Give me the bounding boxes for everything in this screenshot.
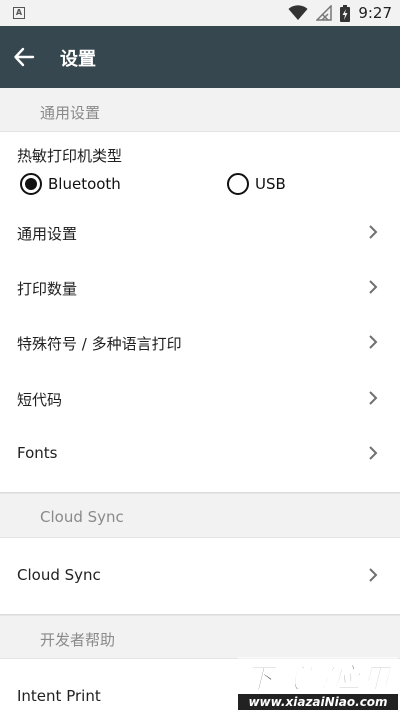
pref-label: 短代码: [17, 391, 63, 409]
status-bar: A 9:27: [0, 0, 400, 26]
pref-label: Fonts: [17, 444, 58, 462]
pref-general-settings[interactable]: 通用设置: [0, 206, 400, 261]
radio-checked-icon: [20, 173, 42, 195]
radio-label: Bluetooth: [48, 175, 121, 193]
radio-label: USB: [255, 175, 286, 193]
pref-fonts[interactable]: Fonts: [0, 427, 400, 482]
arrow-left-icon: [14, 47, 35, 67]
no-signal-icon: [316, 5, 333, 21]
pref-label: 特殊符号 / 多种语言打印: [17, 335, 182, 353]
watermark-title: 下载写应用: [245, 662, 391, 696]
wifi-icon: [288, 5, 308, 20]
chevron-right-icon: [369, 335, 378, 349]
radio-bluetooth[interactable]: Bluetooth: [20, 173, 121, 195]
status-icons: 9:27: [288, 4, 392, 22]
section-header-label: 通用设置: [40, 104, 101, 122]
chevron-right-icon: [369, 446, 378, 460]
pref-cloud-sync[interactable]: Cloud Sync: [0, 549, 400, 604]
pref-print-quantity[interactable]: 打印数量: [0, 261, 400, 316]
page-title: 设置: [60, 49, 96, 70]
notification-a-icon: A: [13, 7, 25, 19]
section-header-label: 开发者帮助: [40, 631, 116, 649]
chevron-right-icon: [369, 391, 378, 405]
pref-label: 打印数量: [17, 280, 78, 298]
section-header-cloud-sync: Cloud Sync: [0, 494, 400, 538]
radio-unchecked-icon: [227, 173, 249, 195]
pref-short-code[interactable]: 短代码: [0, 372, 400, 427]
app-bar: 设置: [0, 26, 400, 88]
watermark-logo: 下载写应用 www.xiazaiNiao.com: [238, 657, 398, 711]
chevron-right-icon: [369, 568, 378, 582]
watermark-url: www.xiazaiNiao.com: [238, 694, 398, 710]
back-button[interactable]: [6, 39, 42, 75]
pref-special-symbols[interactable]: 特殊符号 / 多种语言打印: [0, 316, 400, 371]
chevron-right-icon: [369, 225, 378, 239]
section-header-developer: 开发者帮助: [0, 616, 400, 659]
battery-charging-icon: [340, 4, 351, 22]
radio-usb[interactable]: USB: [227, 173, 286, 195]
section-header-general: 通用设置: [0, 88, 400, 132]
pref-label: 通用设置: [17, 225, 78, 243]
printer-type-label: 热敏打印机类型: [17, 147, 123, 165]
pref-label: Intent Print: [17, 687, 101, 705]
section-header-label: Cloud Sync: [40, 508, 124, 526]
chevron-right-icon: [369, 280, 378, 294]
pref-label: Cloud Sync: [17, 566, 101, 584]
clock: 9:27: [358, 4, 392, 22]
